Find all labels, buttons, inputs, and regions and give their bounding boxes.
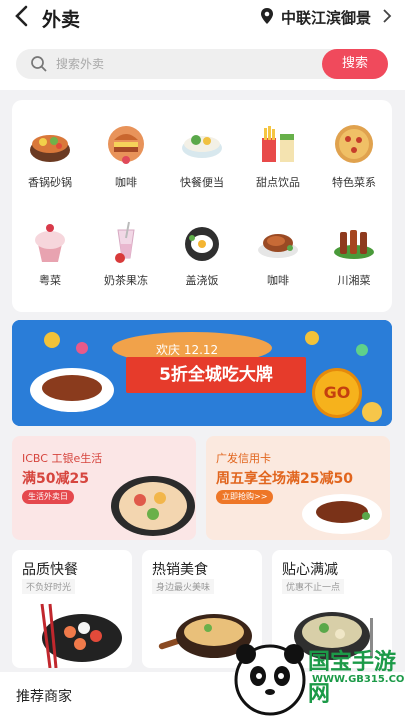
search-icon	[31, 56, 47, 72]
feature-title: 热销美食	[152, 562, 208, 578]
category-label: 咖啡	[267, 274, 289, 287]
go-button[interactable]: GO	[312, 368, 362, 418]
category-label: 奶茶果冻	[104, 274, 148, 287]
category-label: 咖啡	[115, 176, 137, 189]
feature-card-quality[interactable]: 品质快餐 不负好时光	[12, 550, 132, 668]
search-bar: 搜索	[16, 49, 388, 79]
promo-headline: 满50减25	[22, 471, 89, 487]
steak-plate-image	[302, 494, 382, 534]
promo-subtitle: 广发信用卡	[216, 452, 271, 465]
burger-icon	[108, 126, 144, 164]
category-label: 川湘菜	[337, 274, 371, 287]
category-item[interactable]: 特色菜系	[316, 120, 392, 210]
chevron-right-icon[interactable]	[382, 9, 392, 23]
banner-slogan: 5折全城吃大牌	[126, 357, 306, 393]
feature-subtitle: 优惠不止一点	[282, 579, 345, 594]
feature-title: 贴心满减	[282, 562, 338, 578]
category-item[interactable]: 粤菜	[12, 218, 88, 308]
search-input[interactable]	[56, 54, 276, 74]
promo-card-cgb[interactable]: 广发信用卡 周五享全场满25减50 立即抢购>>	[206, 436, 390, 540]
promo-headline: 周五享全场满25减50	[216, 471, 353, 487]
category-label: 特色菜系	[332, 176, 376, 189]
category-item[interactable]: 快餐便当	[164, 120, 240, 210]
top-bar: 外卖 中联江滨御景	[0, 0, 405, 36]
search-button[interactable]: 搜索	[322, 49, 388, 79]
promo-button[interactable]: 生活外卖日	[22, 490, 74, 504]
promo-banner[interactable]: 欢庆 12.12 5折全城吃大牌 GO	[12, 320, 392, 426]
recommend-heading: 推荐商家	[16, 689, 72, 705]
category-item[interactable]: 奶茶果冻	[88, 218, 164, 308]
feature-subtitle: 身边最火美味	[152, 579, 215, 594]
promo-card-icbc[interactable]: ICBC 工银e生活 满50减25 生活外卖日	[12, 436, 196, 540]
category-label: 甜点饮品	[256, 176, 300, 189]
category-item[interactable]: 咖啡	[88, 120, 164, 210]
category-label: 粤菜	[39, 274, 61, 287]
category-label: 香锅砂锅	[28, 176, 72, 189]
location-name[interactable]: 中联江滨御景	[281, 7, 371, 28]
location-pin-icon[interactable]	[260, 7, 274, 25]
category-item[interactable]: 香锅砂锅	[12, 120, 88, 210]
skewers-icon	[334, 230, 374, 259]
category-label: 快餐便当	[180, 176, 224, 189]
milk-tea-icon	[115, 221, 135, 263]
page-title: 外卖	[42, 9, 81, 31]
pizza-icon	[335, 125, 373, 163]
sushi-image	[40, 603, 122, 668]
category-grid: 香锅砂锅 咖啡 快餐便当 甜点饮品 特色菜系 粤菜 奶茶果冻 盖浇饭 咖啡 川湘…	[12, 100, 392, 312]
category-item[interactable]: 甜点饮品	[240, 120, 316, 210]
fries-drink-icon	[262, 126, 294, 162]
bento-bowl-icon	[182, 135, 222, 158]
watermark-url: WWW.GB315.COM	[312, 674, 405, 685]
category-item[interactable]: 川湘菜	[316, 218, 392, 308]
feature-subtitle: 不负好时光	[22, 579, 76, 594]
roast-meat-icon	[258, 234, 298, 258]
category-label: 盖浇饭	[185, 274, 219, 287]
watermark: 国宝手游网 WWW.GB315.COM	[230, 634, 405, 720]
claypot-icon	[30, 135, 70, 162]
platter-image	[111, 476, 195, 536]
banner-event: 欢庆 12.12	[156, 343, 219, 357]
frying-pan-icon	[185, 227, 219, 261]
search-section: 搜索	[0, 36, 405, 90]
category-item[interactable]: 盖浇饭	[164, 218, 240, 308]
panda-logo-icon	[234, 644, 306, 716]
back-arrow-icon[interactable]	[12, 4, 32, 28]
promo-button[interactable]: 立即抢购>>	[216, 490, 274, 504]
feature-title: 品质快餐	[22, 562, 78, 578]
promo-subtitle: ICBC 工银e生活	[22, 452, 103, 465]
category-item[interactable]: 咖啡	[240, 218, 316, 308]
cupcake-icon	[35, 224, 65, 262]
